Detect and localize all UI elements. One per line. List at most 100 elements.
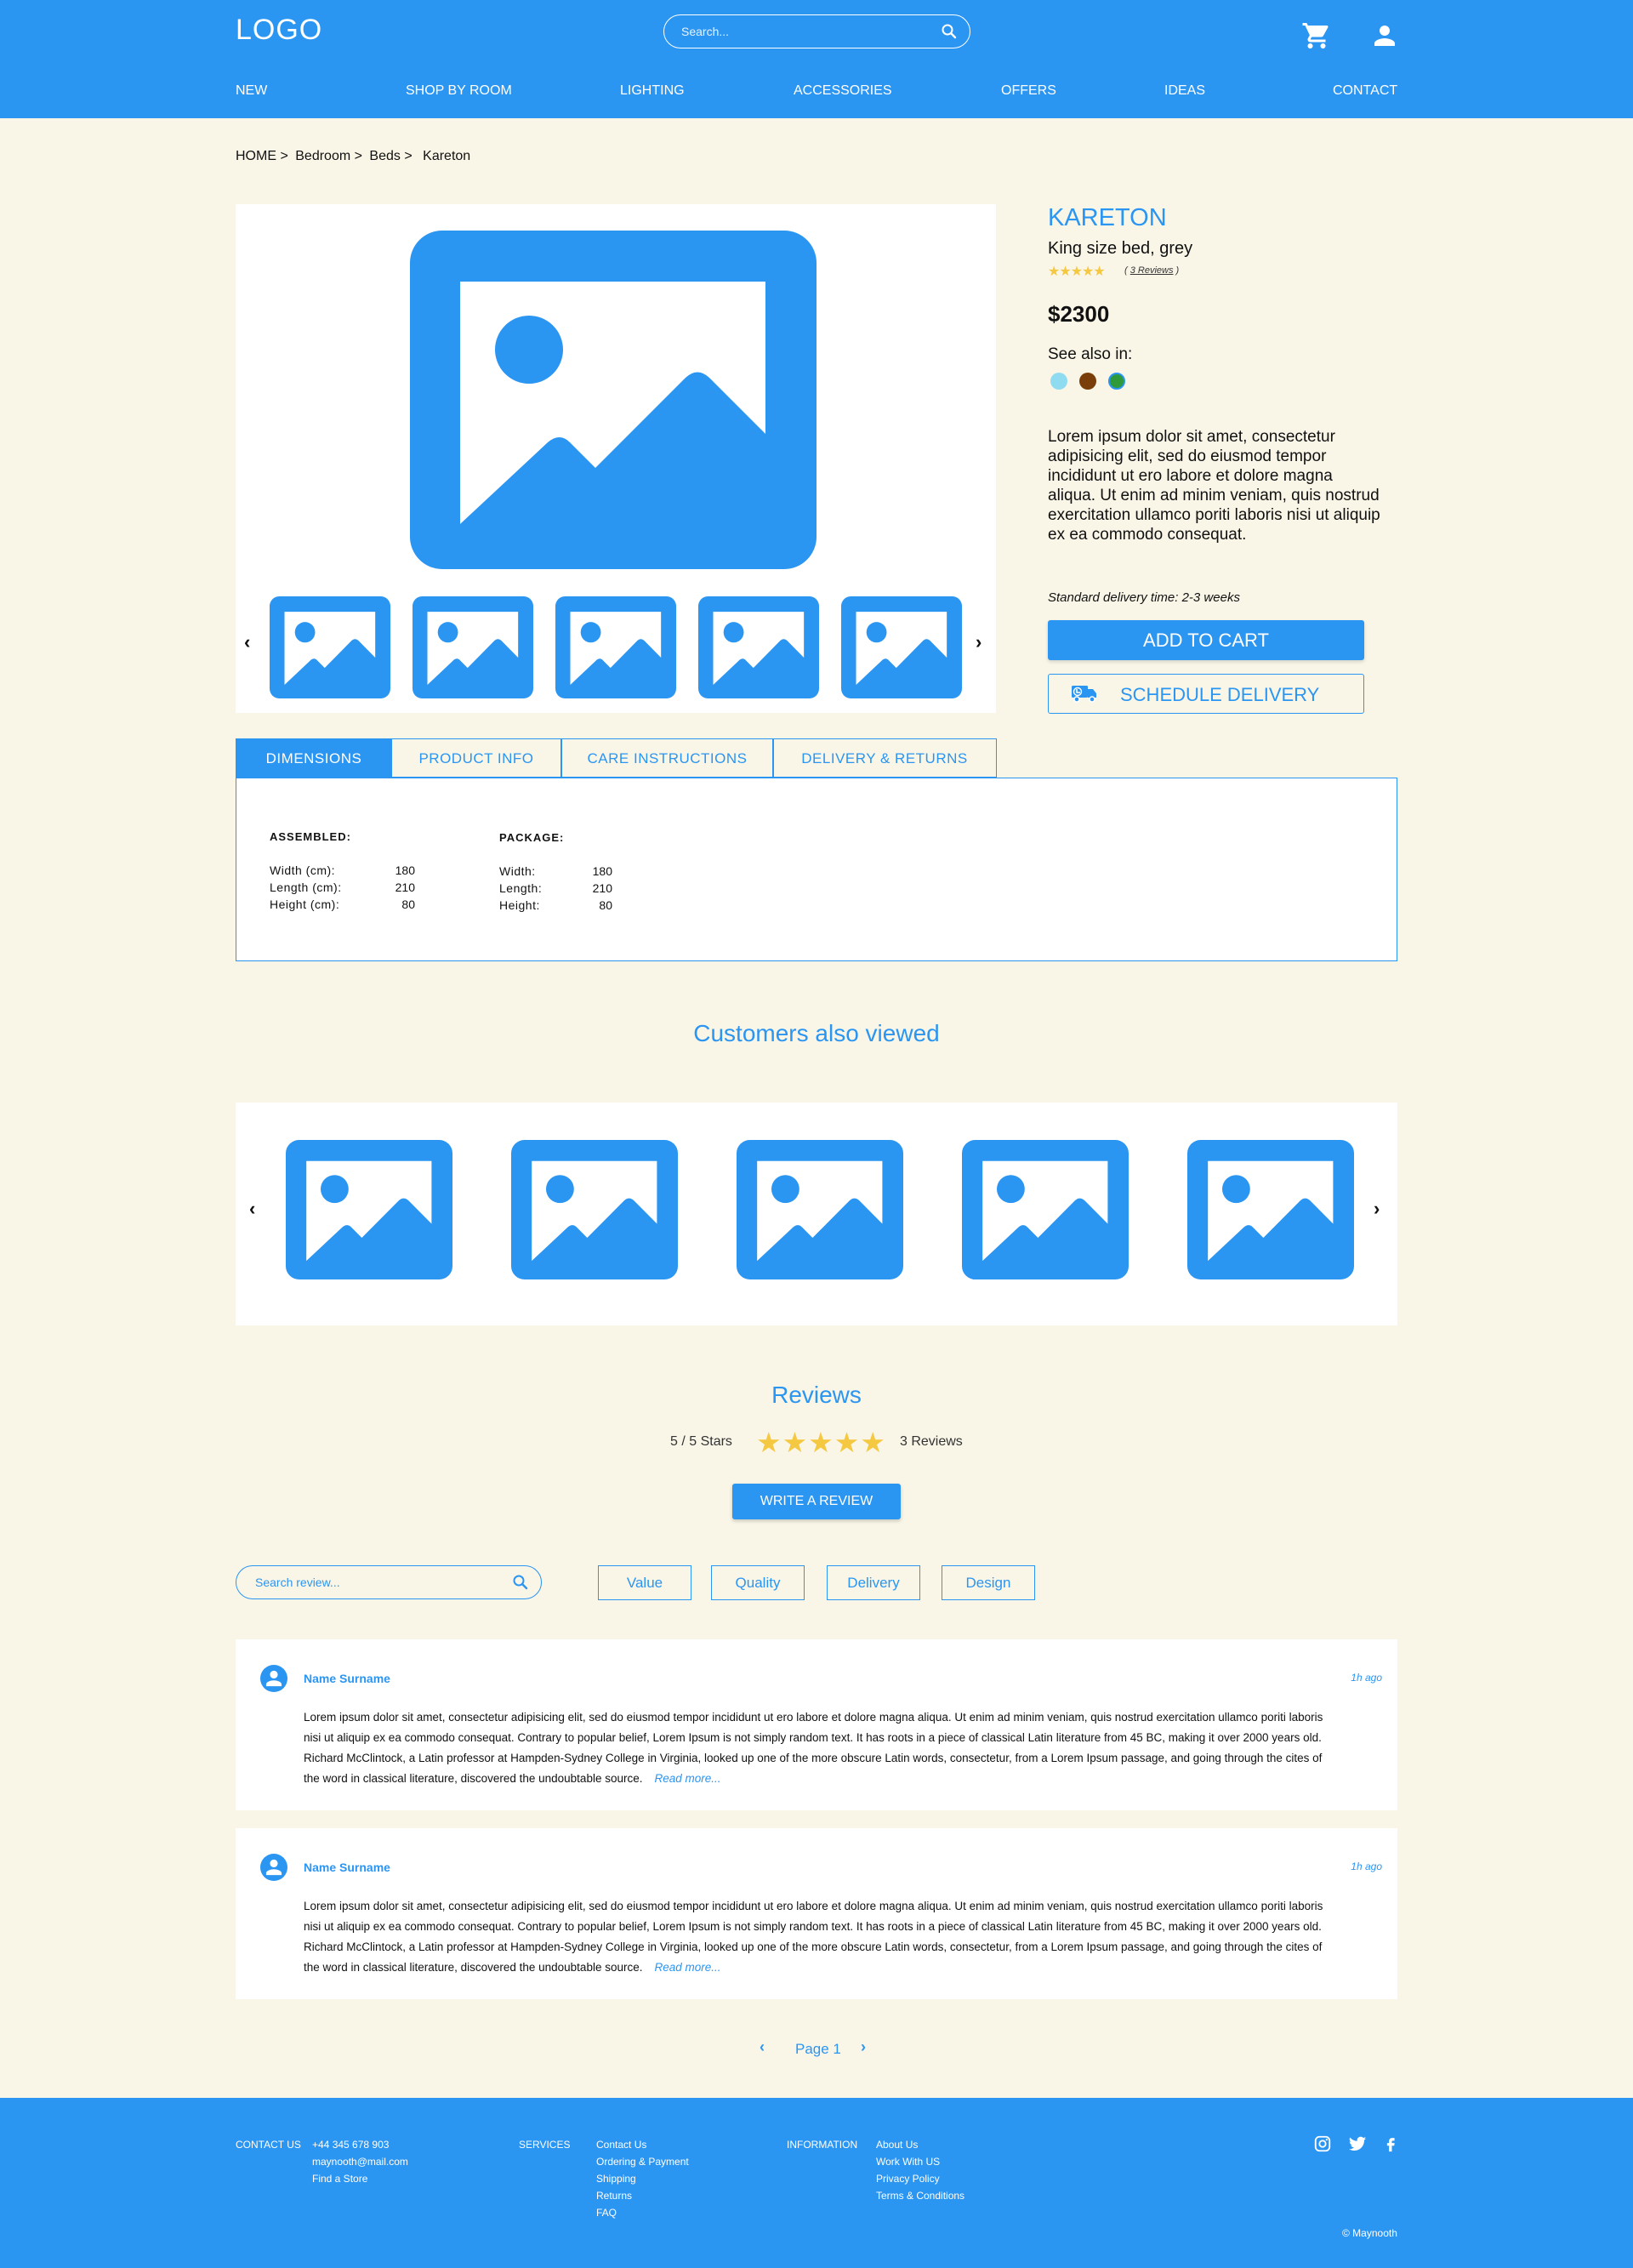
related-product-image[interactable]: [511, 1140, 678, 1279]
page-prev-button[interactable]: ‹: [760, 2038, 765, 2056]
reviews-link-text[interactable]: 3 Reviews: [1130, 265, 1174, 276]
related-product-image[interactable]: [737, 1140, 903, 1279]
breadcrumb: HOME > Bedroom > Beds > Kareton: [236, 149, 474, 164]
review-text: Lorem ipsum dolor sit amet, consectetur …: [304, 1711, 1323, 1785]
delivery-truck-icon: [1072, 686, 1096, 703]
nav-offers[interactable]: OFFERS: [1001, 83, 1056, 99]
footer-link[interactable]: FAQ: [596, 2207, 617, 2219]
dim-value: 80: [401, 898, 415, 911]
facebook-icon[interactable]: [1381, 2134, 1400, 2153]
related-product-image[interactable]: [1187, 1140, 1354, 1279]
footer-link[interactable]: Terms & Conditions: [876, 2190, 964, 2202]
footer-information-heading: INFORMATION: [787, 2139, 858, 2151]
reviews-link[interactable]: ( 3 Reviews ): [1124, 265, 1179, 276]
tab-care-instructions[interactable]: CARE INSTRUCTIONS: [560, 738, 774, 778]
review-search-input[interactable]: [255, 1574, 493, 1591]
breadcrumb-bedroom[interactable]: Bedroom >: [295, 149, 362, 163]
dim-value: 210: [395, 880, 415, 894]
product-main-image[interactable]: [410, 231, 816, 569]
gallery-prev-arrow[interactable]: ‹: [244, 631, 250, 653]
review-card: Name Surname 1h ago Lorem ipsum dolor si…: [236, 1639, 1397, 1810]
user-icon: [265, 1670, 282, 1687]
dim-value: 210: [592, 881, 612, 895]
carousel-next-arrow[interactable]: ›: [1374, 1198, 1380, 1220]
product-description: Lorem ipsum dolor sit amet, consectetur …: [1048, 428, 1380, 544]
breadcrumb-current: Kareton: [423, 149, 471, 163]
footer-link[interactable]: Contact Us: [596, 2139, 646, 2151]
nav-accessories[interactable]: ACCESSORIES: [794, 83, 892, 99]
product-thumbnail[interactable]: [270, 596, 390, 698]
related-product-image[interactable]: [286, 1140, 452, 1279]
dim-value: 180: [395, 863, 415, 877]
filter-quality[interactable]: Quality: [711, 1565, 805, 1600]
tab-dimensions[interactable]: DIMENSIONS: [236, 738, 392, 778]
tab-delivery-returns[interactable]: DELIVERY & RETURNS: [772, 738, 997, 778]
avatar: [260, 1854, 287, 1881]
nav-contact[interactable]: CONTACT: [1333, 83, 1397, 99]
instagram-icon[interactable]: [1313, 2134, 1332, 2153]
nav-shop-by-room[interactable]: SHOP BY ROOM: [406, 83, 512, 99]
review-card: Name Surname 1h ago Lorem ipsum dolor si…: [236, 1828, 1397, 1999]
review-body: Lorem ipsum dolor sit amet, consectetur …: [304, 1896, 1324, 1978]
product-thumbnail[interactable]: [413, 596, 533, 698]
read-more-link[interactable]: Read more...: [654, 1961, 720, 1974]
nav-new[interactable]: NEW: [236, 83, 267, 99]
filter-design[interactable]: Design: [942, 1565, 1035, 1600]
search-icon[interactable]: [512, 1574, 529, 1591]
footer-link[interactable]: Privacy Policy: [876, 2173, 940, 2185]
write-review-button[interactable]: WRITE A REVIEW: [732, 1484, 901, 1519]
footer: CONTACT US +44 345 678 903 maynooth@mail…: [0, 2098, 1633, 2268]
color-swatch-green[interactable]: [1108, 373, 1125, 390]
filter-value[interactable]: Value: [598, 1565, 691, 1600]
add-to-cart-button[interactable]: ADD TO CART: [1048, 620, 1364, 660]
search-bar[interactable]: [663, 14, 970, 48]
footer-email[interactable]: maynooth@mail.com: [312, 2156, 408, 2168]
search-input[interactable]: [681, 22, 928, 41]
breadcrumb-beds[interactable]: Beds >: [369, 149, 412, 163]
footer-find-store[interactable]: Find a Store: [312, 2173, 367, 2185]
delivery-time: Standard delivery time: 2-3 weeks: [1048, 590, 1240, 605]
nav-ideas[interactable]: IDEAS: [1164, 83, 1205, 99]
dim-label: Width (cm):: [270, 863, 336, 877]
carousel-prev-arrow[interactable]: ‹: [249, 1198, 255, 1220]
avatar: [260, 1665, 287, 1692]
logo[interactable]: LOGO: [236, 14, 322, 47]
tab-product-info[interactable]: PRODUCT INFO: [390, 738, 562, 778]
cart-icon[interactable]: [1301, 20, 1332, 51]
reviews-title: Reviews: [771, 1382, 862, 1408]
dim-label: Height:: [499, 898, 540, 912]
footer-contact-heading: CONTACT US: [236, 2139, 301, 2151]
page-next-button[interactable]: ›: [861, 2038, 866, 2056]
reviews-stars: ★★★★★: [756, 1427, 886, 1458]
product-thumbnail[interactable]: [555, 596, 676, 698]
footer-link[interactable]: About Us: [876, 2139, 918, 2151]
reviewer-name: Name Surname: [304, 1861, 390, 1874]
user-icon[interactable]: [1369, 20, 1400, 51]
product-thumbnail[interactable]: [698, 596, 819, 698]
user-icon: [265, 1859, 282, 1876]
dim-label: Length:: [499, 881, 543, 895]
filter-delivery[interactable]: Delivery: [827, 1565, 920, 1600]
review-body: Lorem ipsum dolor sit amet, consectetur …: [304, 1707, 1324, 1789]
reviews-count: 3 Reviews: [900, 1434, 963, 1449]
product-thumbnail[interactable]: [841, 596, 962, 698]
review-text: Lorem ipsum dolor sit amet, consectetur …: [304, 1900, 1323, 1974]
schedule-delivery-button[interactable]: SCHEDULE DELIVERY: [1048, 674, 1364, 714]
color-swatch-light-blue[interactable]: [1050, 373, 1067, 390]
header: LOGO NEW SHOP BY ROOM LIGHTING ACCESSORI…: [0, 0, 1633, 118]
related-product-image[interactable]: [962, 1140, 1129, 1279]
nav-lighting[interactable]: LIGHTING: [620, 83, 685, 99]
footer-phone[interactable]: +44 345 678 903: [312, 2139, 389, 2151]
search-icon[interactable]: [941, 23, 958, 40]
footer-link[interactable]: Work With US: [876, 2156, 940, 2168]
review-search-bar[interactable]: [236, 1565, 542, 1599]
read-more-link[interactable]: Read more...: [654, 1772, 720, 1785]
footer-link[interactable]: Shipping: [596, 2173, 636, 2185]
gallery-next-arrow[interactable]: ›: [976, 631, 982, 653]
breadcrumb-home[interactable]: HOME >: [236, 149, 288, 163]
footer-link[interactable]: Returns: [596, 2190, 632, 2202]
color-swatch-brown[interactable]: [1079, 373, 1096, 390]
twitter-icon[interactable]: [1348, 2134, 1367, 2153]
dim-value: 180: [592, 864, 612, 878]
footer-link[interactable]: Ordering & Payment: [596, 2156, 689, 2168]
